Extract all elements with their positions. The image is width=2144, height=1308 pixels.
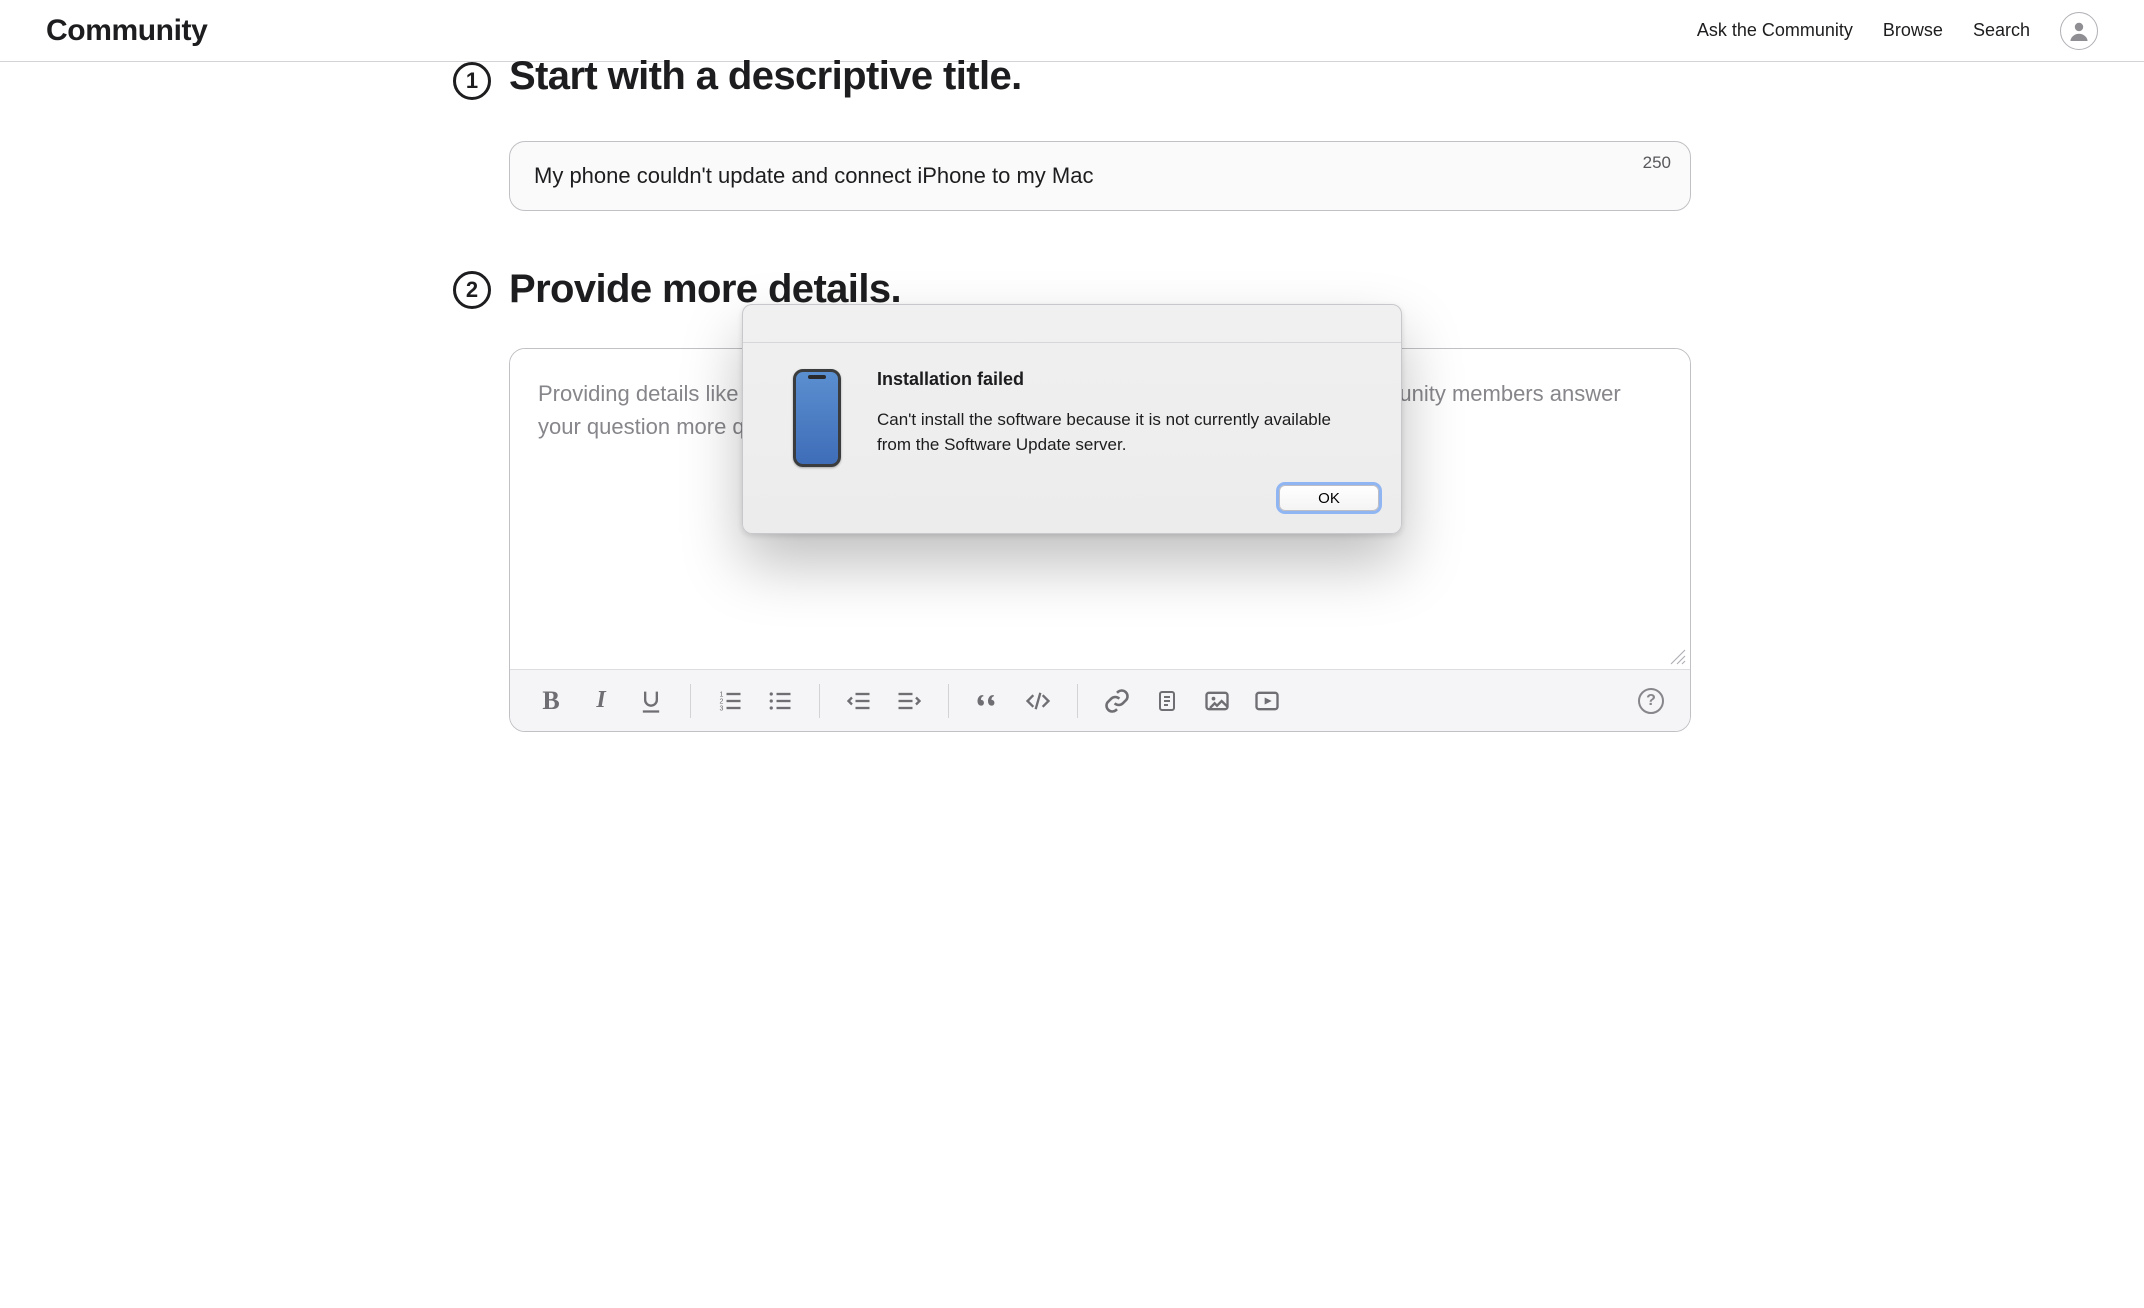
nav-search[interactable]: Search: [1973, 20, 2030, 41]
installation-failed-dialog: Installation failed Can't install the so…: [742, 304, 1402, 534]
editor-toolbar: B I 1 2 3: [510, 669, 1690, 731]
user-avatar[interactable]: [2060, 12, 2098, 50]
step-1-heading: Start with a descriptive title.: [509, 54, 1022, 99]
underline-icon: [637, 687, 665, 715]
step-number-1: 1: [453, 62, 491, 100]
code-button[interactable]: [1023, 686, 1053, 716]
quote-icon: [974, 687, 1002, 715]
dialog-title: Installation failed: [877, 369, 1369, 390]
nav-ask-community[interactable]: Ask the Community: [1697, 20, 1853, 41]
step-1: 1 Start with a descriptive title. 250: [453, 58, 1691, 211]
nav-browse[interactable]: Browse: [1883, 20, 1943, 41]
resize-handle-icon[interactable]: [1670, 649, 1686, 665]
unordered-list-button[interactable]: [765, 686, 795, 716]
person-icon: [2067, 19, 2091, 43]
title-char-counter: 250: [1643, 153, 1671, 173]
video-icon: [1253, 687, 1281, 715]
svg-text:2: 2: [720, 698, 724, 705]
svg-text:3: 3: [720, 705, 724, 712]
toolbar-separator: [690, 684, 691, 718]
step-number-2: 2: [453, 271, 491, 309]
link-icon: [1103, 687, 1131, 715]
image-icon: [1203, 687, 1231, 715]
svg-text:1: 1: [720, 691, 724, 698]
post-title-input[interactable]: [509, 141, 1691, 211]
unordered-list-icon: [766, 687, 794, 715]
editor-help-button[interactable]: ?: [1638, 688, 1664, 714]
toolbar-separator: [819, 684, 820, 718]
video-button[interactable]: [1252, 686, 1282, 716]
note-button[interactable]: [1152, 686, 1182, 716]
image-button[interactable]: [1202, 686, 1232, 716]
brand-title: Community: [46, 14, 207, 48]
outdent-button[interactable]: [844, 686, 874, 716]
ordered-list-icon: 1 2 3: [716, 687, 744, 715]
underline-button[interactable]: [636, 686, 666, 716]
link-button[interactable]: [1102, 686, 1132, 716]
nav-links: Ask the Community Browse Search: [1697, 12, 2098, 50]
dialog-message: Can't install the software because it is…: [877, 408, 1369, 457]
dialog-ok-button[interactable]: OK: [1279, 485, 1379, 511]
outdent-icon: [845, 687, 873, 715]
quote-button[interactable]: [973, 686, 1003, 716]
ordered-list-button[interactable]: 1 2 3: [715, 686, 745, 716]
toolbar-separator: [1077, 684, 1078, 718]
indent-icon: [895, 687, 923, 715]
title-field-wrap: 250: [509, 141, 1691, 211]
bold-button[interactable]: B: [536, 686, 566, 716]
note-icon: [1155, 689, 1179, 713]
toolbar-separator: [948, 684, 949, 718]
site-header: Community Ask the Community Browse Searc…: [0, 0, 2144, 62]
dialog-titlebar[interactable]: [743, 305, 1401, 343]
code-icon: [1024, 687, 1052, 715]
indent-button[interactable]: [894, 686, 924, 716]
italic-button[interactable]: I: [586, 686, 616, 716]
iphone-icon: [793, 369, 841, 467]
